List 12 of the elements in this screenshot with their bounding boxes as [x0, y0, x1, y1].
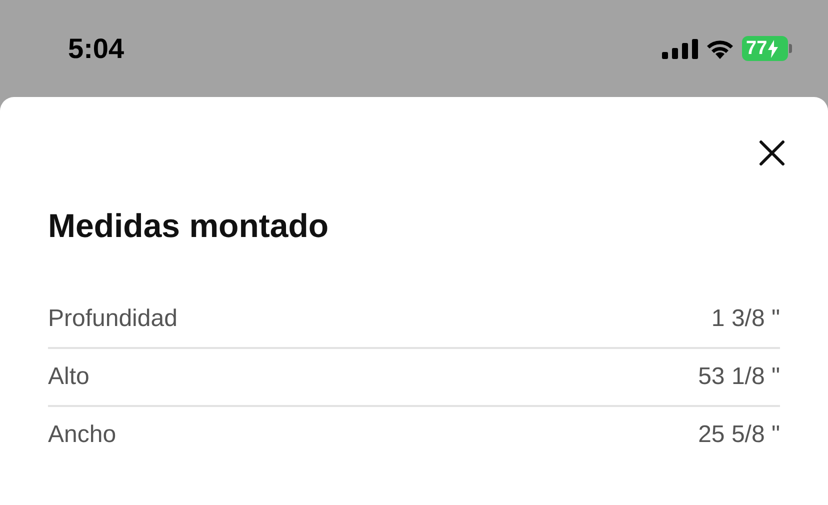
battery-percent: 77 — [746, 38, 768, 60]
measure-value: 53 1/8 " — [698, 363, 780, 391]
sheet-title: Medidas montado — [48, 207, 330, 245]
lightning-icon — [768, 40, 778, 58]
measure-label: Ancho — [48, 421, 116, 449]
signal-icon — [662, 38, 698, 58]
measure-label: Profundidad — [48, 305, 178, 333]
measure-value: 1 3/8 " — [711, 305, 780, 333]
status-time: 5:04 — [68, 32, 124, 64]
measure-label: Alto — [48, 363, 90, 391]
wifi-icon — [706, 38, 734, 58]
measure-value: 25 5/8 " — [698, 421, 780, 449]
